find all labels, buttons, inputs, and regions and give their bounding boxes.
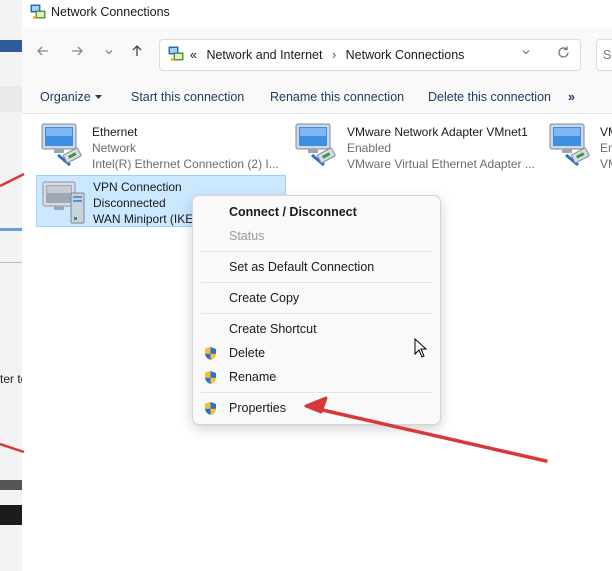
chevron-down-icon [103,45,115,62]
forward-button[interactable] [66,41,88,67]
recent-locations-button[interactable] [98,41,120,67]
context-menu: Connect / Disconnect Status Set as Defau… [192,195,441,425]
up-button[interactable] [126,41,148,67]
connection-name: VM [600,125,612,139]
network-adapter-icon [548,121,596,170]
menu-item-rename[interactable]: Rename [229,370,276,384]
connection-name: VMware Network Adapter VMnet1 [347,125,528,139]
arrow-up-icon [130,45,144,62]
connection-device: WAN Miniport (IKE [93,212,194,226]
breadcrumb-overflow[interactable]: « [190,48,197,62]
background-window-panel [0,86,22,112]
menu-item-properties[interactable]: Properties [229,401,286,415]
connection-item-vmnet1[interactable]: VMware Network Adapter VMnet1 Enabled VM… [290,118,542,171]
search-input[interactable]: Se [596,39,612,71]
navigation-bar: « Network and Internet › Network Connect… [22,27,612,83]
uac-shield-icon [203,346,218,364]
network-connections-app-icon [30,4,46,23]
organize-menu-button[interactable]: Organize [40,90,103,104]
breadcrumb-network-connections[interactable]: Network Connections [346,48,465,62]
menu-divider [201,313,432,314]
network-adapter-icon [40,121,88,171]
delete-connection-button[interactable]: Delete this connection [428,90,551,104]
back-button[interactable] [32,41,54,67]
breadcrumb: « Network and Internet › Network Connect… [190,48,464,62]
connection-status: En [600,141,612,155]
connection-status: Network [92,141,137,155]
refresh-button[interactable] [556,45,571,63]
background-window-bar [0,40,22,52]
connection-item-ethernet[interactable]: Ethernet Network Intel(R) Ethernet Conne… [36,118,286,171]
vpn-connection-icon [41,179,89,229]
background-window: ter to [0,0,27,571]
menu-item-connect-disconnect[interactable]: Connect / Disconnect [229,205,357,219]
breadcrumb-network-and-internet[interactable]: Network and Internet [206,48,322,62]
start-connection-button[interactable]: Start this connection [131,90,244,104]
background-window-divider [0,262,22,263]
menu-item-status: Status [229,229,265,243]
title-bar: Network Connections [22,0,612,27]
breadcrumb-separator[interactable]: › [332,48,336,62]
connection-device: VM [600,157,612,170]
mouse-cursor-icon [414,337,428,361]
address-bar[interactable]: « Network and Internet › Network Connect… [159,39,581,71]
connection-status: Disconnected [93,196,166,210]
control-panel-icon [168,46,184,65]
menu-divider [201,282,432,283]
connection-device: VMware Virtual Ethernet Adapter ... [347,157,535,171]
menu-divider [201,251,432,252]
uac-shield-icon [203,370,218,388]
connection-device: Intel(R) Ethernet Connection (2) I... [92,157,279,171]
menu-item-set-default[interactable]: Set as Default Connection [229,260,374,274]
background-window-accent [0,228,22,231]
command-bar: Organize Start this connection Rename th… [22,83,612,114]
menu-item-delete[interactable]: Delete [229,346,265,360]
arrow-right-icon [70,45,84,62]
connection-name: VPN Connection [93,180,182,194]
connection-item-vm-partial[interactable]: VM En VM [544,118,612,170]
menu-item-create-shortcut[interactable]: Create Shortcut [229,322,317,336]
menu-divider [201,392,432,393]
more-commands-button[interactable]: » [568,90,575,104]
rename-connection-button[interactable]: Rename this connection [270,90,404,104]
address-dropdown-button[interactable] [520,46,532,61]
arrow-left-icon [36,45,50,62]
network-adapter-icon [294,121,342,171]
background-window-taskbar [0,505,22,525]
chevron-down-icon [520,47,532,61]
uac-shield-icon [203,401,218,419]
connection-name: Ethernet [92,125,138,139]
caret-down-icon [94,90,103,104]
organize-label: Organize [40,90,91,104]
background-window-bottom-bar [0,480,22,490]
connection-status: Enabled [347,141,392,155]
window-title: Network Connections [51,5,170,19]
menu-item-create-copy[interactable]: Create Copy [229,291,299,305]
refresh-icon [556,46,571,63]
